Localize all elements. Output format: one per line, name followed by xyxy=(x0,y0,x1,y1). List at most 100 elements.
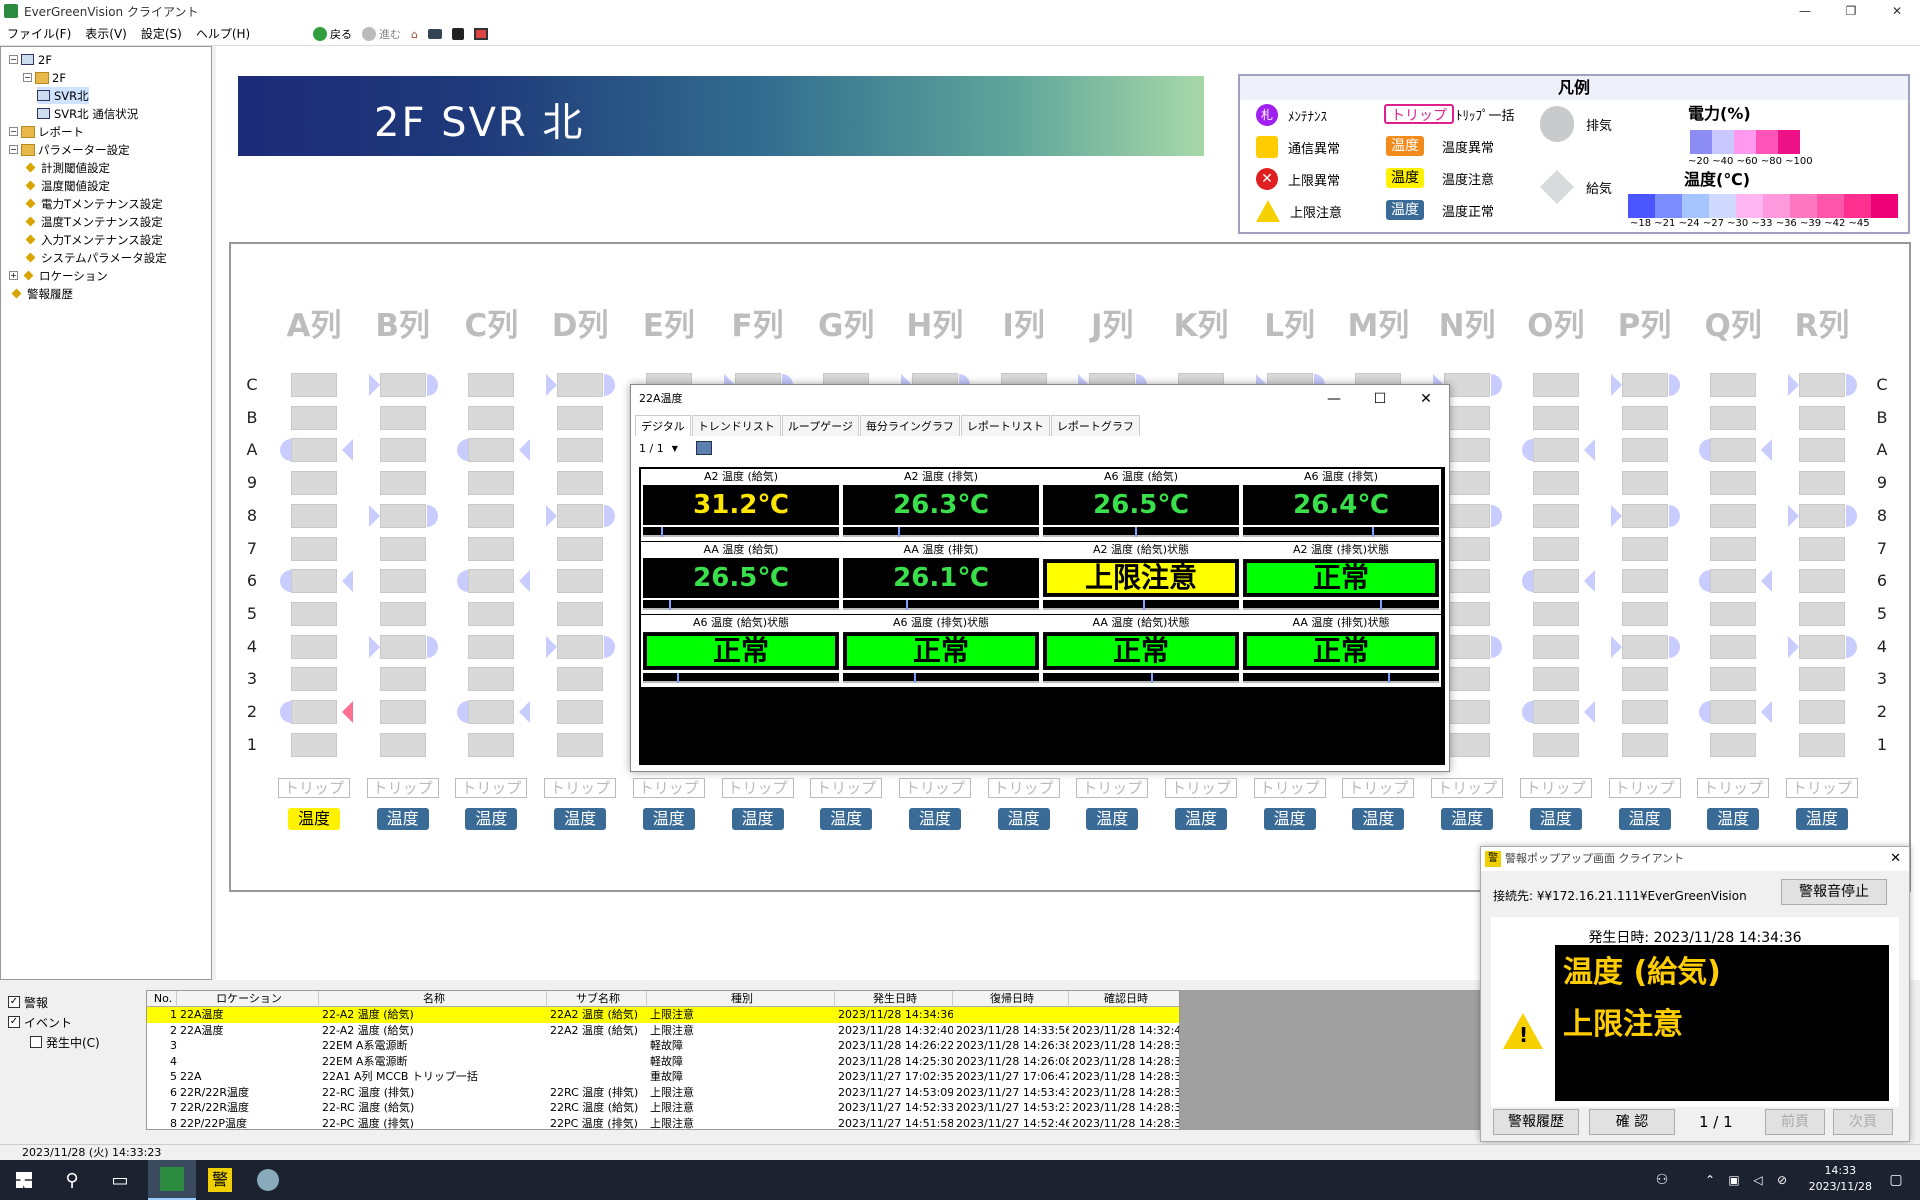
page-selector[interactable]: 1 / 1 xyxy=(639,442,664,455)
dropdown-arrow-icon[interactable]: ▼ xyxy=(672,444,678,453)
tray-people[interactable]: ⚇ xyxy=(1648,1160,1676,1200)
popup-tab[interactable]: レポートリスト xyxy=(960,415,1050,436)
expander-icon[interactable]: + xyxy=(9,271,18,280)
start-button[interactable] xyxy=(0,1160,48,1200)
tree-item[interactable]: 計測閾値設定 xyxy=(23,159,110,176)
menu-file[interactable]: ファイル(F) xyxy=(0,25,78,42)
alarm-prev-button[interactable]: 前頁 xyxy=(1765,1109,1825,1135)
value-tile[interactable]: AA 温度 (排気)状態 正常 xyxy=(1241,615,1441,687)
tray-status[interactable]: ⊘ xyxy=(1772,1160,1792,1200)
expander-icon[interactable]: − xyxy=(9,55,18,64)
menu-help[interactable]: ヘルプ(H) xyxy=(189,25,257,42)
value-tile[interactable]: A2 温度 (給気) 31.2℃ xyxy=(641,469,841,541)
table-row[interactable]: 2 22A温度 22-A2 温度 (給気) 22A2 温度 (給気) 上限注意 2023/… xyxy=(147,1023,1179,1039)
popup-tab[interactable]: トレンドリスト xyxy=(691,415,781,436)
value-tile[interactable]: AA 温度 (排気) 26.1℃ xyxy=(841,542,1041,614)
popup-minimize-button[interactable]: — xyxy=(1311,385,1357,413)
tray-overflow[interactable]: ⌃ xyxy=(1700,1160,1720,1200)
taskbar-evergreen[interactable] xyxy=(148,1160,196,1200)
table-row[interactable]: 8 22P/22P温度 22-PC 温度 (排気) 22PC 温度 (排気) 上限注意 2… xyxy=(147,1116,1179,1130)
value-tile[interactable]: A2 温度 (排気)状態 正常 xyxy=(1241,542,1441,614)
tree-item[interactable]: SVR北 通信状況 xyxy=(37,105,138,122)
clock[interactable]: 14:33 2023/11/28 xyxy=(1809,1163,1872,1195)
alarm-next-button[interactable]: 次頁 xyxy=(1833,1109,1893,1135)
tree-item[interactable]: − 2F xyxy=(9,51,52,68)
column-header[interactable]: ロケーション xyxy=(177,991,319,1007)
alarm-history-button[interactable]: 警報履歴 xyxy=(1493,1109,1579,1135)
tree-item[interactable]: 警報履歴 xyxy=(9,285,73,302)
checkbox[interactable]: ✓ xyxy=(8,1016,20,1028)
value-tile[interactable]: AA 温度 (給気) 26.5℃ xyxy=(641,542,841,614)
layout-button[interactable] xyxy=(471,28,491,40)
expander-icon[interactable]: − xyxy=(9,145,18,154)
alarm-confirm-button[interactable]: 確 認 xyxy=(1589,1109,1675,1135)
value-tile[interactable]: A6 温度 (排気) 26.4℃ xyxy=(1241,469,1441,541)
tree-item[interactable]: − レポート xyxy=(9,123,84,140)
checkbox[interactable]: ✓ xyxy=(8,996,20,1008)
tree-item[interactable]: システムパラメータ設定 xyxy=(23,249,167,266)
tree-item[interactable]: SVR北 xyxy=(37,87,89,104)
save-icon[interactable] xyxy=(695,441,712,455)
alarm-popup-window[interactable]: 警報ポップアップ画面 クライアント 警 ✕ 接続先: ¥¥172.16.21.1… xyxy=(1480,846,1910,1142)
alarm-sound-stop-button[interactable]: 警報音停止 xyxy=(1781,879,1887,905)
event-filter[interactable]: ✓ イベント xyxy=(8,1012,100,1032)
value-tile[interactable]: A6 温度 (排気)状態 正常 xyxy=(841,615,1041,687)
tree-item[interactable]: − 2F xyxy=(23,69,66,86)
tree-item[interactable]: + ロケーション xyxy=(9,267,108,284)
tree-item[interactable]: − パラメーター設定 xyxy=(9,141,130,158)
taskbar-search-button[interactable]: ⚲ xyxy=(48,1160,96,1200)
column-header[interactable]: 発生日時 xyxy=(835,991,953,1007)
event-filter[interactable]: ✓ 警報 xyxy=(8,992,100,1012)
column-header[interactable]: 種別 xyxy=(647,991,835,1007)
home-button[interactable]: ⌂ xyxy=(408,28,421,41)
tree-item[interactable]: 温度Tメンテナンス設定 xyxy=(23,213,163,230)
popup-tab[interactable]: デジタル xyxy=(635,415,691,436)
tree-item[interactable]: 電力Tメンテナンス設定 xyxy=(23,195,163,212)
tray-volume[interactable]: ◁ xyxy=(1748,1160,1768,1200)
menu-view[interactable]: 表示(V) xyxy=(78,25,134,42)
popup-tab[interactable]: 毎分ライングラフ xyxy=(859,415,960,436)
column-header[interactable]: No. xyxy=(147,991,177,1007)
checkbox[interactable] xyxy=(30,1036,42,1048)
task-view-button[interactable]: ▭ xyxy=(96,1160,144,1200)
menu-settings[interactable]: 設定(S) xyxy=(134,25,189,42)
event-filter[interactable]: 発生中(C) xyxy=(30,1032,100,1052)
table-row[interactable]: 5 22A 22A1 A列 MCCB トリップ一括 重故障 2023/11/27 17:… xyxy=(147,1069,1179,1085)
table-row[interactable]: 4 22EM A系電源断 軽故障 2023/11/28 14:25:30 2023/11… xyxy=(147,1054,1179,1070)
value-tile[interactable]: AA 温度 (給気)状態 正常 xyxy=(1041,615,1241,687)
minimize-button[interactable]: — xyxy=(1782,0,1828,22)
tray-network[interactable]: ▣ xyxy=(1724,1160,1744,1200)
popup-maximize-button[interactable]: ☐ xyxy=(1357,385,1403,413)
tree-item[interactable]: 温度閾値設定 xyxy=(23,177,110,194)
print-button[interactable] xyxy=(449,28,467,40)
popup-close-button[interactable]: ✕ xyxy=(1403,385,1449,413)
temperature-popup-window[interactable]: 22A温度 — ☐ ✕ デジタル トレンドリスト ループゲージ 毎分ライングラフ レポー… xyxy=(630,384,1450,772)
camera-button[interactable] xyxy=(425,29,445,39)
maximize-button[interactable]: ❐ xyxy=(1828,0,1874,22)
table-row[interactable]: 6 22R/22R温度 22-RC 温度 (排気) 22RC 温度 (排気) 上限注意 2… xyxy=(147,1085,1179,1101)
table-row[interactable]: 3 22EM A系電源断 軽故障 2023/11/28 14:26:22 2023/11… xyxy=(147,1038,1179,1054)
taskbar-alarm[interactable]: 警 xyxy=(196,1160,244,1200)
taskbar-network[interactable] xyxy=(244,1160,292,1200)
close-button[interactable]: ✕ xyxy=(1874,0,1920,22)
back-button[interactable]: 戻る xyxy=(310,26,355,42)
alarm-close-button[interactable]: ✕ xyxy=(1890,851,1901,866)
value-tile[interactable]: A2 温度 (給気)状態 上限注意 xyxy=(1041,542,1241,614)
comm-error-icon xyxy=(1256,136,1278,158)
column-header[interactable]: 名称 xyxy=(319,991,547,1007)
column-header[interactable]: サブ名称 xyxy=(547,991,647,1007)
expander-icon[interactable]: − xyxy=(9,127,18,136)
value-tile[interactable]: A6 温度 (給気) 26.5℃ xyxy=(1041,469,1241,541)
table-row[interactable]: 7 22R/22R温度 22-RC 温度 (給気) 22RC 温度 (給気) 上限注意 2… xyxy=(147,1100,1179,1116)
popup-tab[interactable]: ループゲージ xyxy=(781,415,859,436)
value-tile[interactable]: A6 温度 (給気)状態 正常 xyxy=(641,615,841,687)
tree-item[interactable]: 入力Tメンテナンス設定 xyxy=(23,231,163,248)
expander-icon[interactable]: − xyxy=(23,73,32,82)
column-header[interactable]: 復帰日時 xyxy=(953,991,1069,1007)
popup-tab[interactable]: レポートグラフ xyxy=(1050,415,1140,436)
value-tile[interactable]: A2 温度 (排気) 26.3℃ xyxy=(841,469,1041,541)
table-row[interactable]: 1 22A温度 22-A2 温度 (給気) 22A2 温度 (給気) 上限注意 2023/… xyxy=(147,1007,1179,1023)
column-header[interactable]: 確認日時 xyxy=(1069,991,1179,1007)
notification-button[interactable]: ▢ xyxy=(1872,1160,1920,1200)
forward-button[interactable]: 進む xyxy=(359,26,404,42)
